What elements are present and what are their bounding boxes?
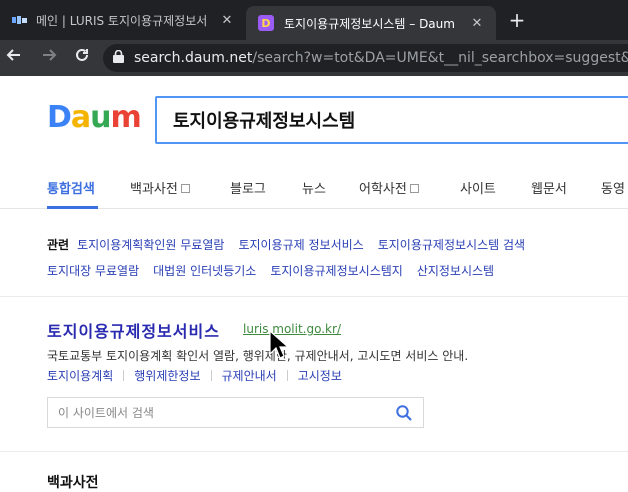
sitelink-separator [286,370,288,381]
daum-favicon-icon: D [258,15,274,31]
daum-logo[interactable]: D a u m [47,100,142,135]
tab-web-documents[interactable]: 웹문서 [531,178,567,197]
back-arrow-icon[interactable] [2,46,26,70]
checkbox-icon[interactable] [409,184,419,193]
close-tab-icon[interactable]: ✕ [468,16,486,31]
sitelink[interactable]: 토지이용계획 [47,367,113,384]
tab-site[interactable]: 사이트 [460,178,496,197]
tab-integrated-search[interactable]: 통합검색 [47,178,95,197]
url-host: search.daum.net [134,50,253,66]
search-query: 토지이용규제정보시스템 [173,111,356,132]
result-description: 국토교통부 토지이용계획 확인서 열람, 행위제한, 규제안내서, 고시도면 서… [47,349,469,363]
tab-label: 어학사전 [359,182,407,197]
divider [0,296,628,297]
related-link[interactable]: 토지이용규제정보시스템지 [270,264,402,278]
search-category-tabs: 통합검색 백과사전 블로그 뉴스 어학사전 사이트 웹문서 동영 [0,164,628,209]
search-icon[interactable] [395,404,413,422]
lock-icon [113,49,124,67]
sitelink-separator [123,370,125,381]
logo-letter: a [70,100,91,135]
browser-tab-active[interactable]: D 토지이용규제정보시스템 – Daum ✕ [246,6,496,40]
sitelink[interactable]: 규제안내서 [222,367,277,384]
related-link[interactable]: 토지이용계획확인원 무료열람 [77,238,224,252]
related-link[interactable]: 대법원 인터넷등기소 [153,264,256,278]
sitelink-separator [210,370,212,381]
tab-encyclopedia[interactable]: 백과사전 [130,178,190,197]
tab-language-dictionary[interactable]: 어학사전 [359,178,419,197]
result-url-link[interactable]: luris.molit.go.kr/ [243,322,341,336]
related-link[interactable]: 산지정보시스템 [417,264,494,278]
encyclopedia-section-title: 백과사전 [47,475,99,491]
tab-video[interactable]: 동영 [601,178,625,197]
browser-tab[interactable]: 메인 | LURIS 토지이용규제정보서 ✕ [0,0,246,40]
divider [0,451,628,452]
site-search-input[interactable]: 이 사이트에서 검색 [47,397,424,428]
active-tab-indicator [47,206,98,209]
related-link[interactable]: 토지대장 무료열람 [47,264,139,278]
new-tab-button[interactable]: + [505,8,529,32]
tab-news[interactable]: 뉴스 [302,178,326,197]
result-sitelinks: 토지이용계획 행위제한정보 규제안내서 고시정보 [47,367,342,384]
related-searches: 관련 토지이용계획확인원 무료열람 토지이용규제 정보서비스 토지이용규제정보시스템 … [47,232,617,284]
tab-blog[interactable]: 블로그 [230,178,266,197]
address-bar[interactable]: search.daum.net/search?w=tot&DA=UME&t__n… [103,44,628,72]
luris-favicon-icon [12,14,28,26]
sitelink[interactable]: 행위제한정보 [134,367,200,384]
sitelink[interactable]: 고시정보 [298,367,342,384]
logo-letter: m [110,100,142,135]
browser-toolbar: search.daum.net/search?w=tot&DA=UME&t__n… [0,40,628,76]
related-link[interactable]: 토지이용규제정보시스템 검색 [378,238,525,252]
tab-label: 백과사전 [130,182,178,197]
search-input[interactable]: 토지이용규제정보시스템 [155,96,628,144]
result-title-link[interactable]: 토지이용규제정보서비스 [47,318,220,342]
tab-title: 메인 | LURIS 토지이용규제정보서 [36,13,208,28]
close-tab-icon[interactable]: ✕ [218,13,236,28]
browser-tab-strip: 메인 | LURIS 토지이용규제정보서 ✕ D 토지이용규제정보시스템 – D… [0,0,628,40]
mouse-cursor-icon [268,329,290,360]
site-search-placeholder: 이 사이트에서 검색 [58,406,154,420]
forward-arrow-icon[interactable] [37,46,61,70]
tab-title: 토지이용규제정보시스템 – Daum [284,16,455,31]
related-link[interactable]: 토지이용규제 정보서비스 [238,238,363,252]
url-path: /search?w=tot&DA=UME&t__nil_searchbox=su… [252,50,628,66]
logo-letter: u [90,100,111,135]
reload-icon[interactable] [70,46,94,70]
related-label: 관련 [47,238,70,252]
logo-letter: D [47,100,72,135]
checkbox-icon[interactable] [180,184,190,193]
